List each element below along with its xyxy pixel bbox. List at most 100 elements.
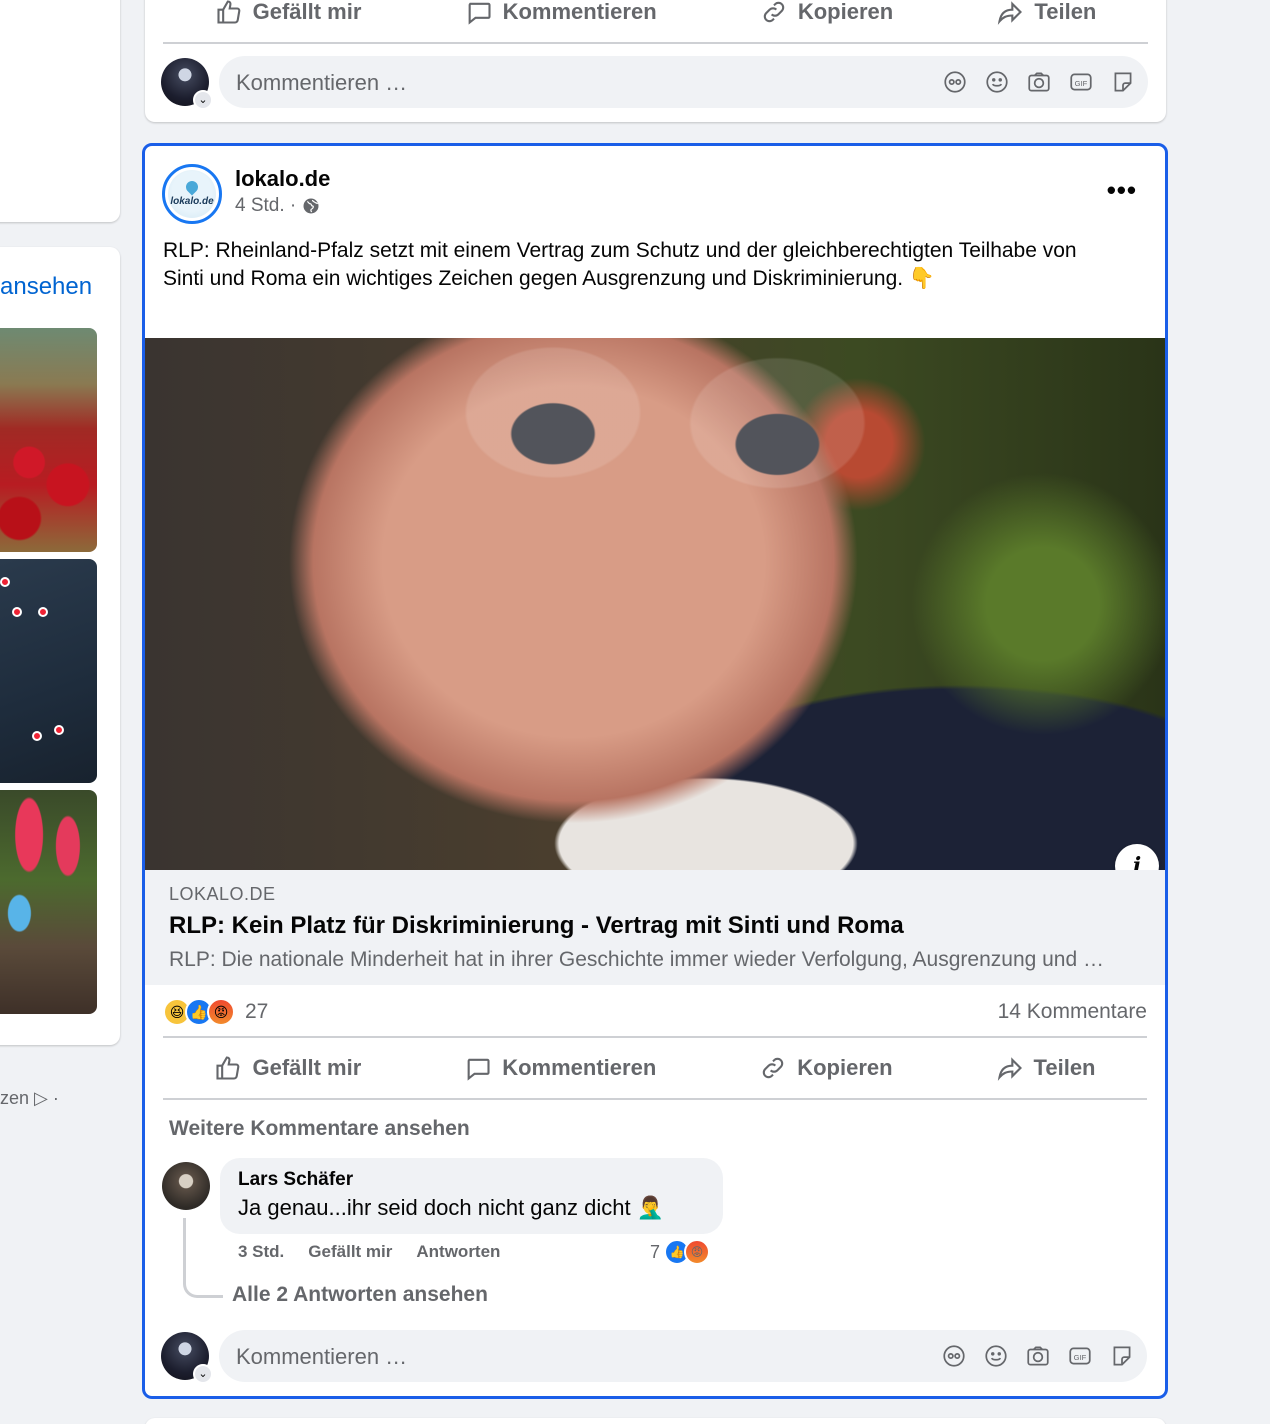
like-button[interactable]: Gefällt mir — [215, 0, 362, 26]
sidebar-footer[interactable]: zen ▷ · — [0, 1088, 59, 1109]
suggestion-thumbnail-market[interactable] — [0, 328, 97, 552]
comment-reaction-count: 7 — [650, 1241, 661, 1262]
view-all-replies-link[interactable]: Alle 2 Antworten ansehen — [232, 1283, 488, 1307]
svg-text:GIF: GIF — [1075, 79, 1088, 88]
comment-bubble: Lars Schäfer Ja genau...ihr seid doch ni… — [220, 1158, 723, 1234]
user-avatar[interactable]: ⌄ — [161, 58, 213, 110]
svg-text:GIF: GIF — [1074, 1353, 1087, 1362]
composer-tools: GIF — [941, 1343, 1135, 1369]
divider — [163, 42, 1148, 44]
post-text: RLP: Rheinland-Pfalz setzt mit einem Ver… — [163, 239, 1077, 290]
thumbs-up-icon — [216, 1056, 240, 1080]
comment-actions: 3 Std. Gefällt mir Antworten — [238, 1242, 500, 1262]
post-actions: Gefällt mir Kommentieren Kopieren Teilen — [163, 0, 1148, 38]
next-post-card — [145, 1418, 1166, 1424]
comment-placeholder: Kommentieren … — [236, 70, 408, 95]
chevron-down-icon[interactable]: ⌄ — [193, 1364, 213, 1384]
page-name[interactable]: lokalo.de — [235, 166, 330, 192]
comment-button[interactable]: Kommentieren — [465, 0, 657, 26]
divider — [163, 1098, 1147, 1100]
avatar-sticker-icon[interactable] — [941, 1343, 967, 1369]
map-marker — [32, 731, 42, 741]
post-meta: 4 Std. · — [235, 195, 320, 217]
share-label: Teilen — [1033, 1055, 1096, 1080]
comment-time[interactable]: 3 Std. — [238, 1242, 284, 1262]
reply-thread-line — [183, 1218, 223, 1298]
gif-icon[interactable]: GIF — [1067, 1343, 1093, 1369]
globe-icon — [303, 198, 319, 214]
comment-author-avatar[interactable] — [162, 1162, 210, 1210]
share-arrow-icon — [997, 1057, 1022, 1081]
sidebar-suggestions-card: ansehen — [0, 247, 120, 1045]
share-button[interactable]: Teilen — [996, 1054, 1096, 1082]
comment-composer: ⌄ Kommentieren … GIF — [161, 1330, 1147, 1384]
comment-button[interactable]: Kommentieren — [464, 1054, 656, 1082]
previous-post-card: Gefällt mir Kommentieren Kopieren Teilen… — [145, 0, 1166, 122]
post-image[interactable] — [145, 338, 1165, 870]
more-options-icon[interactable]: ••• — [1107, 177, 1137, 203]
copy-label: Kopieren — [797, 0, 894, 24]
logo-text: lokalo.de — [170, 196, 214, 207]
comment-label: Kommentieren — [502, 1055, 657, 1080]
share-arrow-icon — [998, 1, 1023, 25]
like-label: Gefällt mir — [252, 0, 362, 24]
avatar-sticker-icon[interactable] — [942, 69, 968, 95]
share-label: Teilen — [1034, 0, 1097, 24]
comment-label: Kommentieren — [502, 0, 657, 24]
page-avatar[interactable]: lokalo.de — [162, 164, 222, 224]
post-time[interactable]: 4 Std. · — [235, 195, 296, 217]
emoji-icon[interactable] — [984, 69, 1010, 95]
comment-text: Ja genau...ihr seid doch nicht ganz dich… — [238, 1195, 665, 1220]
sticker-icon[interactable] — [1109, 1343, 1135, 1369]
link-domain: LOKALO.DE — [169, 884, 276, 904]
user-avatar[interactable]: ⌄ — [161, 1332, 213, 1384]
sticker-icon[interactable] — [1110, 69, 1136, 95]
view-more-comments-link[interactable]: Weitere Kommentare ansehen — [169, 1117, 470, 1141]
reactions[interactable]: 😆 👍 😡 27 — [163, 998, 268, 1026]
comment-count[interactable]: 14 Kommentare — [998, 1000, 1147, 1024]
post-actions: Gefällt mir Kommentieren Kopieren Teilen — [163, 1042, 1147, 1094]
emoji-icon[interactable] — [983, 1343, 1009, 1369]
comment-reply-button[interactable]: Antworten — [416, 1242, 500, 1262]
link-icon — [763, 1057, 784, 1079]
link-preview[interactable]: LOKALO.DE RLP: Kein Platz für Diskrimini… — [145, 870, 1165, 985]
comment-author[interactable]: Lars Schäfer — [238, 1169, 353, 1191]
like-label: Gefällt mir — [252, 1055, 362, 1080]
post-card: lokalo.de lokalo.de 4 Std. · ••• RLP: Rh… — [142, 143, 1168, 1399]
map-marker — [54, 725, 64, 735]
like-button[interactable]: Gefällt mir — [214, 1054, 361, 1082]
thumbs-up-icon — [217, 0, 240, 24]
sidebar-card — [0, 0, 120, 222]
reaction-count: 27 — [245, 1000, 269, 1023]
angry-reaction-icon: 😡 — [684, 1239, 711, 1265]
comment-bubble-icon — [467, 1058, 490, 1081]
copy-button[interactable]: Kopieren — [760, 0, 893, 26]
copy-label: Kopieren — [797, 1055, 893, 1080]
comment-reactions[interactable]: 7 👍 😡 — [650, 1239, 711, 1265]
camera-icon[interactable] — [1026, 69, 1052, 95]
chevron-down-icon[interactable]: ⌄ — [193, 90, 213, 110]
map-marker — [38, 607, 48, 617]
angry-reaction-icon: 😡 — [207, 998, 235, 1026]
map-marker — [0, 577, 10, 587]
suggestion-thumbnail-tulips[interactable] — [0, 790, 97, 1014]
copy-button[interactable]: Kopieren — [759, 1054, 893, 1082]
comment-like-button[interactable]: Gefällt mir — [308, 1242, 392, 1262]
link-icon — [763, 1, 785, 23]
gif-icon[interactable]: GIF — [1068, 69, 1094, 95]
comment-input[interactable]: Kommentieren … GIF — [219, 56, 1148, 108]
comment-placeholder: Kommentieren … — [236, 1344, 408, 1369]
comment-input[interactable]: Kommentieren … GIF — [219, 1330, 1147, 1382]
reaction-summary: 😆 👍 😡 27 14 Kommentare — [163, 995, 1147, 1029]
link-title: RLP: Kein Platz für Diskriminierung - Ve… — [169, 912, 904, 939]
composer-tools: GIF — [942, 69, 1136, 95]
share-button[interactable]: Teilen — [996, 0, 1096, 26]
see-all-link[interactable]: ansehen — [0, 273, 92, 301]
link-description: RLP: Die nationale Minderheit hat in ihr… — [169, 948, 1119, 971]
camera-icon[interactable] — [1025, 1343, 1051, 1369]
divider — [163, 1036, 1147, 1038]
map-marker — [12, 607, 22, 617]
comment-bubble-icon — [468, 2, 491, 25]
suggestion-thumbnail-map[interactable] — [0, 559, 97, 783]
location-pin-icon — [183, 178, 201, 196]
